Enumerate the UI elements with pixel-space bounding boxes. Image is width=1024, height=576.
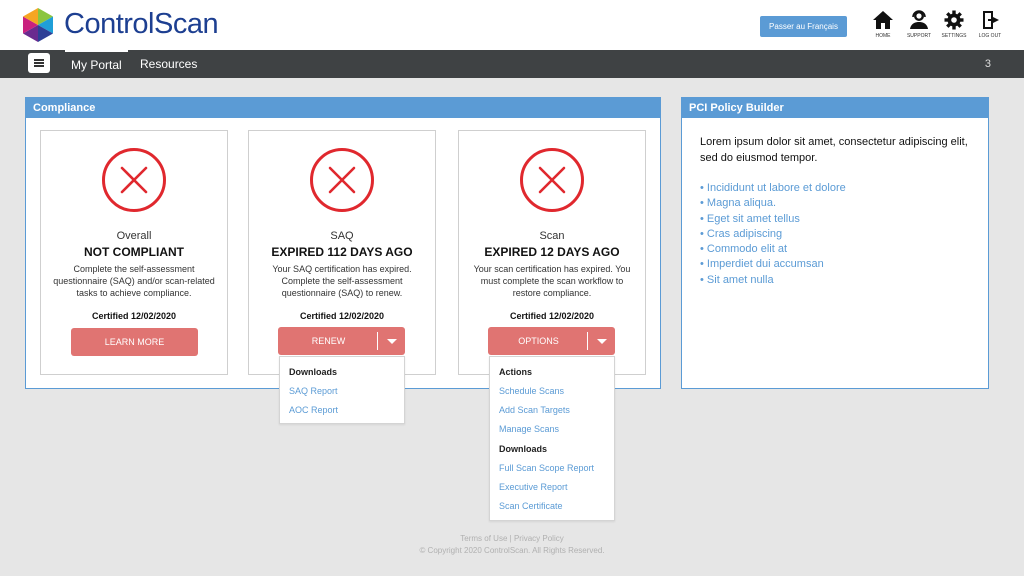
nav-counter: 3 (984, 58, 991, 70)
card-status: NOT COMPLIANT (84, 245, 184, 259)
renew-button-label: RENEW (311, 336, 346, 346)
saq-downloads-dropdown: Downloads SAQ Report AOC Report (279, 356, 405, 424)
error-x-icon (102, 148, 166, 212)
logout-nav-button[interactable]: LOG OUT (975, 10, 1005, 39)
schedule-scans-link[interactable]: Schedule Scans (499, 386, 564, 396)
logout-icon (983, 11, 999, 29)
manage-scans-link[interactable]: Manage Scans (499, 424, 559, 434)
pci-list-item[interactable]: Cras adipiscing (700, 227, 846, 242)
support-icon (910, 10, 928, 29)
aoc-report-link[interactable]: AOC Report (289, 405, 338, 415)
hamburger-icon (34, 59, 44, 61)
brand-name: ControlScan (64, 8, 219, 40)
pci-list-item[interactable]: Incididunt ut labore et dolore (700, 181, 846, 196)
footer-separator: | (509, 534, 512, 543)
compliance-panel-title: Compliance (26, 98, 660, 118)
caret-down-icon[interactable] (597, 339, 607, 344)
footer-copyright: © Copyright 2020 ControlScan. All Rights… (419, 546, 605, 555)
card-certified-date: Certified 12/02/2020 (299, 311, 385, 321)
card-description: Your scan certification has expired. You… (473, 264, 631, 298)
card-description: Your SAQ certification has expired. Comp… (272, 264, 412, 298)
card-status: EXPIRED 112 DAYS AGO (271, 245, 413, 259)
caret-down-icon[interactable] (387, 339, 397, 344)
pci-panel-title: PCI Policy Builder (682, 98, 988, 118)
card-type: Scan (539, 230, 565, 242)
nav-my-portal[interactable]: My Portal (65, 50, 128, 78)
options-button-label: OPTIONS (518, 336, 559, 346)
overall-compliance-card: Overall NOT COMPLIANT Complete the self-… (40, 130, 228, 375)
settings-icon (944, 10, 964, 30)
add-scan-targets-link[interactable]: Add Scan Targets (499, 405, 570, 415)
saq-report-link[interactable]: SAQ Report (289, 386, 338, 396)
support-nav-button[interactable]: SUPPORT (904, 10, 934, 39)
card-type: Overall (116, 230, 152, 242)
pci-list-item[interactable]: Sit amet nulla (700, 273, 846, 288)
hamburger-menu-button[interactable] (28, 53, 50, 73)
nav-resources[interactable]: Resources (140, 50, 197, 78)
dropdown-heading-actions: Actions (499, 367, 533, 377)
pci-item-list: Incididunt ut labore et dolore Magna ali… (700, 181, 846, 288)
card-description: Complete the self-assessment questionnai… (53, 264, 215, 298)
terms-of-use-link[interactable]: Terms of Use (460, 534, 507, 543)
card-certified-date: Certified 12/02/2020 (91, 311, 177, 321)
language-toggle-button[interactable]: Passer au Français (760, 16, 847, 37)
executive-report-link[interactable]: Executive Report (499, 482, 568, 492)
pci-policy-builder-panel: PCI Policy Builder Lorem ipsum dolor sit… (681, 97, 989, 389)
pci-list-item[interactable]: Imperdiet dui accumsan (700, 257, 846, 272)
card-type: SAQ (330, 230, 354, 242)
error-x-icon (310, 148, 374, 212)
options-split-button[interactable]: OPTIONS (488, 327, 615, 355)
card-status: EXPIRED 12 DAYS AGO (484, 245, 620, 259)
dropdown-heading-downloads: Downloads (499, 444, 548, 454)
error-x-icon (520, 148, 584, 212)
controlscan-logo-icon (23, 8, 53, 42)
settings-nav-button[interactable]: SETTINGS (939, 10, 969, 39)
full-scan-scope-report-link[interactable]: Full Scan Scope Report (499, 463, 594, 473)
learn-more-button[interactable]: LEARN MORE (71, 328, 198, 356)
pci-list-item[interactable]: Magna aliqua. (700, 196, 846, 211)
renew-split-button[interactable]: RENEW (278, 327, 405, 355)
pci-list-item[interactable]: Commodo elit at (700, 242, 846, 257)
pci-intro-text: Lorem ipsum dolor sit amet, consectetur … (700, 136, 968, 164)
footer-links: Terms of Use | Privacy Policy (0, 534, 1024, 543)
top-header: ControlScan Passer au Français HOME SUPP… (0, 0, 1024, 50)
home-nav-button[interactable]: HOME (868, 10, 898, 39)
scan-certificate-link[interactable]: Scan Certificate (499, 501, 563, 511)
pci-list-item[interactable]: Eget sit amet tellus (700, 212, 846, 227)
scan-options-dropdown: Actions Schedule Scans Add Scan Targets … (489, 356, 615, 521)
privacy-policy-link[interactable]: Privacy Policy (514, 534, 564, 543)
dropdown-heading: Downloads (289, 367, 338, 377)
card-certified-date: Certified 12/02/2020 (509, 311, 595, 321)
home-icon (873, 11, 893, 29)
